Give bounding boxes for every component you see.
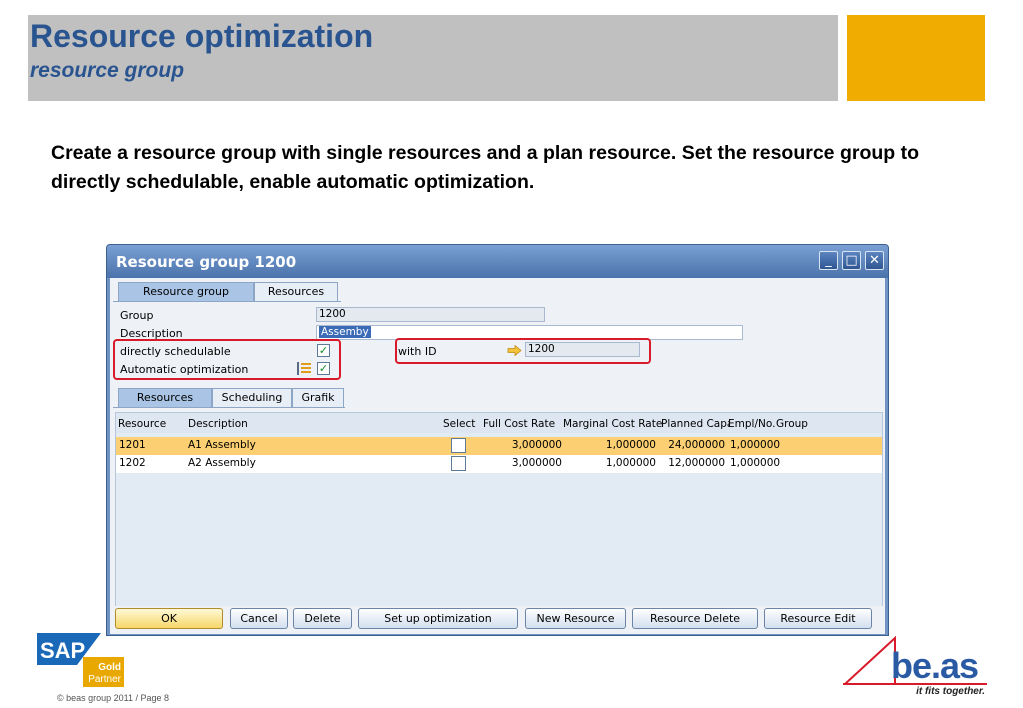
cell-resource: 1202 [119, 457, 146, 469]
group-label: Group [120, 309, 154, 322]
column-header-marginal-cost-rate[interactable]: Marginal Cost Rate [563, 418, 662, 430]
tab-grafik[interactable]: Grafik [292, 388, 344, 407]
tab-divider [113, 301, 341, 302]
slide-header-accent [847, 15, 985, 101]
beas-logo-text: be.as [891, 645, 978, 686]
setup-optimization-button[interactable]: Set up optimization [358, 608, 518, 629]
footer-copyright: © beas group 2011 / Page 8 [57, 693, 170, 703]
table-row[interactable]: 1202 A2 Assembly 3,000000 1,000000 12,00… [116, 455, 882, 473]
highlight-with-id [395, 338, 651, 364]
sap-badge-line2: Partner [88, 674, 121, 685]
delete-button[interactable]: Delete [293, 608, 352, 629]
grid-body: 1201 A1 Assembly 3,000000 1,000000 24,00… [116, 433, 882, 629]
tab-resources[interactable]: Resources [118, 388, 212, 407]
cell-full-cost-rate: 3,000000 [511, 457, 562, 469]
sap-badge-line1: Gold [98, 662, 121, 673]
close-button[interactable]: ✕ [865, 251, 884, 270]
beas-logo-tagline: it fits together. [916, 686, 985, 696]
cell-planned-capa: 12,000000 [668, 457, 725, 469]
highlight-schedulable-options [113, 339, 341, 380]
column-header-planned-capa[interactable]: Planned Capa [661, 418, 729, 430]
column-header-resource[interactable]: Resource [118, 418, 166, 430]
column-header-full-cost-rate[interactable]: Full Cost Rate [483, 418, 555, 430]
tab-resources-top[interactable]: Resources [254, 282, 338, 301]
column-header-description[interactable]: Description [188, 418, 248, 430]
ok-button[interactable]: OK [115, 608, 223, 629]
beas-logo: be.as it fits together. [843, 635, 987, 696]
row-select-checkbox[interactable] [451, 438, 466, 453]
row-select-checkbox[interactable] [451, 456, 466, 471]
slide-subtitle: resource group [30, 59, 185, 82]
dialog-button-bar: OK Cancel Delete Set up optimization New… [110, 606, 885, 634]
resource-edit-button[interactable]: Resource Edit [764, 608, 872, 629]
cell-description: A2 Assembly [188, 457, 256, 469]
sap-gold-partner-logo: SAP Gold Partner [37, 633, 124, 687]
window-title: Resource group 1200 [116, 253, 297, 271]
new-resource-button[interactable]: New Resource [525, 608, 626, 629]
cell-empl-no: 1,000000 [730, 457, 781, 469]
description-value: Assemby [319, 326, 371, 338]
minimize-button[interactable]: _ [819, 251, 838, 270]
cell-marginal-cost-rate: 1,000000 [605, 439, 656, 451]
cell-resource: 1201 [119, 439, 146, 451]
resource-delete-button[interactable]: Resource Delete [632, 608, 758, 629]
resources-grid: Resource Description Select Full Cost Ra… [115, 412, 883, 630]
cell-full-cost-rate: 3,000000 [511, 439, 562, 451]
cell-planned-capa: 24,000000 [668, 439, 725, 451]
cell-description: A1 Assembly [188, 439, 256, 451]
subtab-divider [113, 407, 345, 408]
cell-marginal-cost-rate: 1,000000 [605, 457, 656, 469]
tab-scheduling[interactable]: Scheduling [212, 388, 292, 407]
column-header-empl-no[interactable]: Empl/No. [728, 418, 775, 430]
slide-title: Resource optimization [30, 18, 374, 54]
column-header-select[interactable]: Select [443, 418, 475, 430]
cancel-button[interactable]: Cancel [230, 608, 288, 629]
sap-logo-text: SAP [40, 638, 85, 663]
resource-group-window: Resource group 1200 _ □ ✕ Resource group… [106, 244, 889, 636]
tab-resource-group[interactable]: Resource group [118, 282, 254, 301]
table-row[interactable]: 1201 A1 Assembly 3,000000 1,000000 24,00… [116, 437, 882, 455]
window-content: Resource group Resources Group 1200 Desc… [110, 278, 885, 634]
cell-empl-no: 1,000000 [730, 439, 781, 451]
group-field[interactable]: 1200 [316, 307, 545, 322]
window-titlebar[interactable]: Resource group 1200 _ □ ✕ [107, 245, 888, 278]
column-header-group[interactable]: Group [776, 418, 808, 430]
maximize-button[interactable]: □ [842, 251, 861, 270]
slide-intro-text: Create a resource group with single reso… [51, 142, 919, 193]
